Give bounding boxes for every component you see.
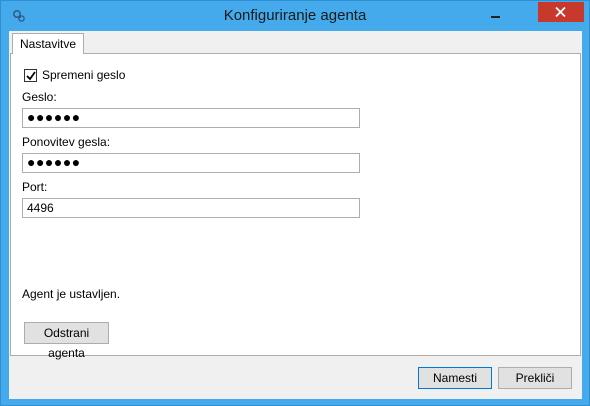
change-password-label: Spremeni geslo [42,68,126,82]
cancel-button[interactable]: Prekliči [498,367,572,389]
remove-agent-button[interactable]: Odstrani agenta [24,322,109,360]
change-password-checkbox[interactable] [24,69,37,82]
port-label: Port: [22,180,48,194]
close-button[interactable] [538,2,584,22]
port-field[interactable]: 4496 [22,198,360,218]
checkmark-icon [26,71,36,81]
install-button[interactable]: Namesti [418,367,492,389]
dialog-window: Konfiguriranje agenta Nastavitve Spremen… [0,0,590,406]
title-bar[interactable]: Konfiguriranje agenta [1,1,589,31]
password-label: Geslo: [22,90,57,104]
close-icon [555,7,566,17]
password-field[interactable]: ●●●●●● [22,108,360,128]
password-repeat-label: Ponovitev gesla: [22,135,111,149]
tab-settings[interactable]: Nastavitve [12,33,84,54]
agent-status-text: Agent je ustavljen. [22,287,121,301]
minimize-icon [491,16,500,18]
dialog-client-area: Nastavitve Spremeni geslo Geslo: ●●●●●● … [9,31,582,399]
settings-panel: Spremeni geslo Geslo: ●●●●●● Ponovitev g… [10,53,581,360]
password-repeat-field[interactable]: ●●●●●● [22,153,360,173]
minimize-button[interactable] [482,7,510,23]
